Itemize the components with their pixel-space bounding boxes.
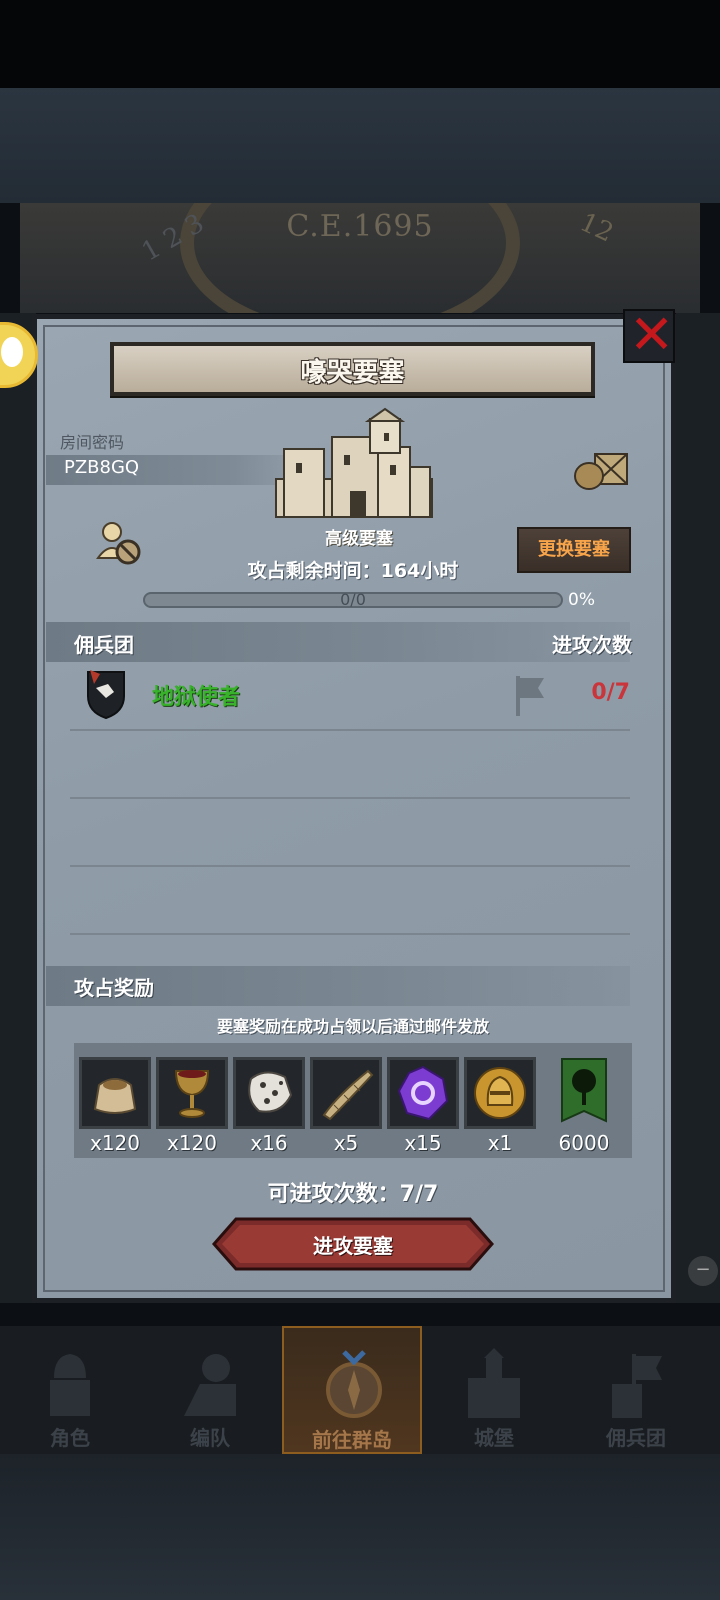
reward-item[interactable] [233,1057,305,1129]
row-divider [70,797,630,799]
bottom-nav: 角色 编队 前往群岛 城堡 佣兵团 [0,1326,720,1454]
reward-qty: x16 [250,1131,288,1155]
progress-label: 0/0 [340,590,366,609]
fortress-castle-icon [275,407,433,518]
background-right [676,313,720,1303]
mercenary-icon [612,1354,662,1418]
reward-qty: x5 [333,1131,359,1155]
guild-shield-icon [87,670,125,720]
time-remaining: 攻占剩余时间：164小时 [247,560,459,582]
nav-label: 角色 [50,1426,90,1450]
gold-helmet-icon [474,1067,526,1119]
nav-label: 前往群岛 [312,1428,392,1452]
nav-item-character[interactable]: 角色 [0,1326,140,1454]
nav-label: 编队 [190,1426,230,1450]
row-divider [70,729,630,731]
reward-item[interactable] [464,1057,536,1129]
side-scroll-icon[interactable]: − [688,1256,718,1286]
knight-icon [50,1354,90,1416]
attack-count: 可进攻次数：7/7 [267,1182,439,1207]
dialog-title: 嚎哭要塞 [300,358,405,388]
nav-label: 城堡 [474,1426,514,1450]
room-code: PZB8GQ [64,457,140,478]
reward-qty: x120 [166,1131,217,1155]
background-top [0,88,720,203]
tree-banner-icon[interactable] [558,1057,610,1129]
mercenary-name: 地狱使者 [152,685,241,710]
reward-item[interactable] [387,1057,459,1129]
title-plate: 嚎哭要塞 [110,342,595,396]
status-bar [0,0,720,88]
nav-item-castle[interactable]: 城堡 [424,1326,564,1454]
compass-icon [326,1350,382,1418]
nav-label: 佣兵团 [606,1426,666,1450]
rewards-header: 攻占奖励 [74,976,154,1000]
reward-qty: 6000 [558,1131,610,1155]
formation-icon [184,1354,236,1416]
reward-item[interactable] [310,1057,382,1129]
background-left [0,313,36,1303]
reward-item[interactable] [79,1057,151,1129]
mercenary-attack-count: 0/7 [591,680,630,705]
castle-icon [468,1348,520,1418]
row-divider [70,865,630,867]
flag-icon [516,676,544,716]
goblet-icon [174,1070,210,1118]
list-item[interactable]: 地狱使者 0/7 [46,662,630,728]
mercenary-header-left: 佣兵团 [74,633,134,657]
progress-percent: 0% [568,590,595,610]
supply-bags-icon[interactable] [573,448,631,492]
nav-item-mercenary[interactable]: 佣兵团 [566,1326,706,1454]
nav-item-islands[interactable]: 前往群岛 [282,1326,422,1454]
reward-item[interactable] [156,1057,228,1129]
room-code-label: 房间密码 [60,433,125,452]
calendar-dial: C.E.1695 1 2 3 12 [20,203,700,313]
bottom-background [0,1454,720,1600]
reward-list: x120 x120 x16 x5 x15 x1 6000 [74,1043,632,1158]
sack-icon [93,1078,137,1114]
reward-qty: x120 [89,1131,140,1155]
attack-fortress-button[interactable]: 进攻要塞 [212,1217,494,1271]
reward-qty: x15 [404,1131,442,1155]
mercenary-header-right: 进攻次数 [552,633,632,657]
reward-note: 要塞奖励在成功占领以后通过邮件发放 [216,1017,489,1036]
reward-qty: x1 [487,1131,513,1155]
close-icon: ✕ [629,303,675,366]
purple-gem-icon [397,1065,449,1121]
horn-icon [322,1069,374,1121]
ore-icon [248,1071,293,1113]
nav-item-formation[interactable]: 编队 [140,1326,280,1454]
row-divider [70,933,630,935]
close-button[interactable]: ✕ [623,305,675,365]
